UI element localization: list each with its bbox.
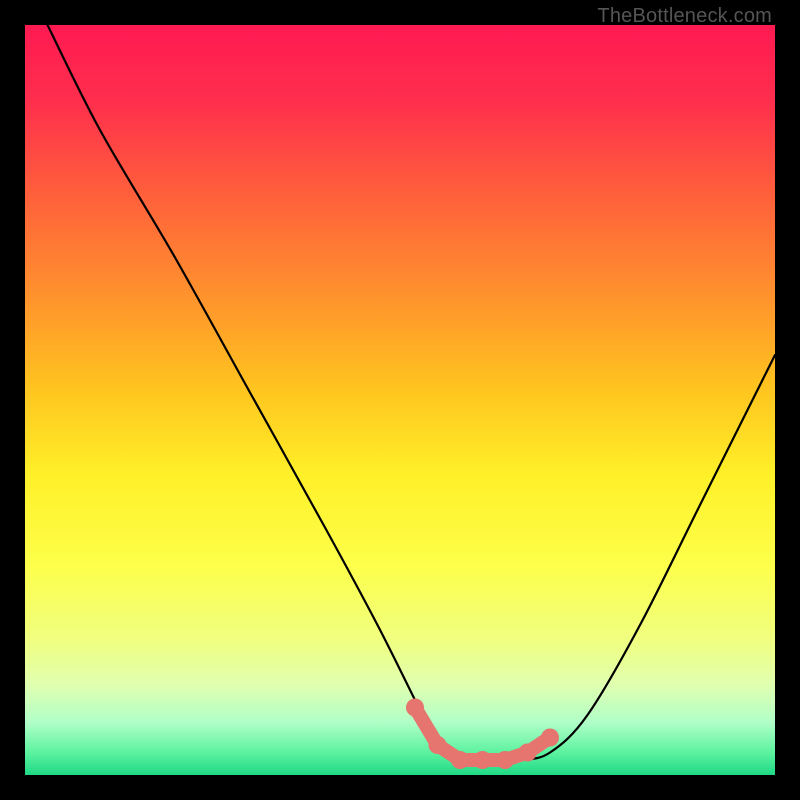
dot-c bbox=[474, 751, 492, 769]
dot-right bbox=[541, 729, 559, 747]
dot-a bbox=[429, 736, 447, 754]
chart-plot-area bbox=[25, 25, 775, 775]
chart-svg bbox=[25, 25, 775, 775]
dot-left bbox=[406, 699, 424, 717]
bottleneck-curve bbox=[48, 25, 776, 761]
dot-b bbox=[451, 751, 469, 769]
dot-e bbox=[519, 744, 537, 762]
dot-d bbox=[496, 751, 514, 769]
